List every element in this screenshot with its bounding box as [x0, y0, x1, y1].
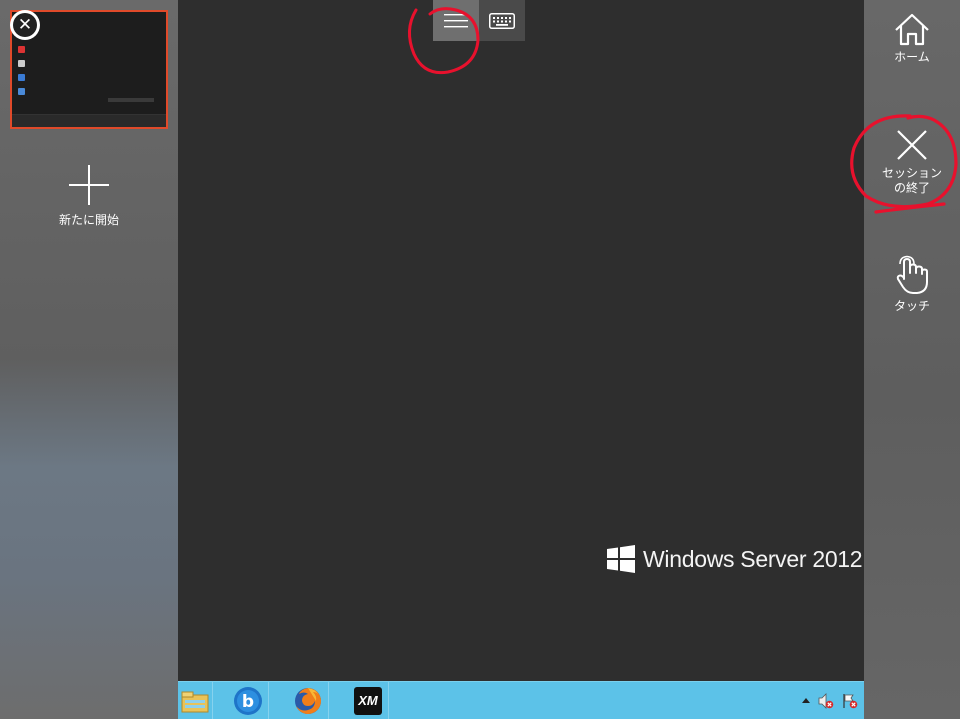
thumb-desktop-icon — [18, 88, 25, 95]
svg-text:b: b — [242, 692, 254, 712]
taskbar-xm[interactable]: XM — [348, 682, 389, 719]
new-session-button[interactable]: 新たに開始 — [50, 165, 128, 228]
windows-taskbar: b XM — [178, 681, 864, 719]
windows-logo-icon — [607, 545, 635, 573]
thumb-desktop-icon — [18, 74, 25, 81]
close-icon — [897, 130, 927, 160]
close-icon: ✕ — [13, 13, 37, 37]
action-center-flag-icon[interactable] — [842, 693, 858, 709]
keyboard-icon — [489, 12, 515, 29]
os-brand-text: Windows Server 2012 R — [643, 545, 864, 572]
home-icon — [895, 13, 929, 46]
touch-hand-icon — [896, 255, 928, 294]
system-tray — [802, 682, 858, 719]
firefox-icon — [295, 687, 321, 714]
thumb-taskbar — [12, 114, 166, 127]
taskbar-bing[interactable]: b — [228, 682, 269, 719]
end-session-label-line2: の終了 — [893, 181, 930, 195]
remote-desktop-view[interactable]: Windows Server 2012 R b XM — [178, 0, 864, 719]
touch-label: タッチ — [893, 299, 930, 313]
new-session-label: 新たに開始 — [58, 213, 119, 227]
plus-icon — [69, 165, 109, 205]
show-hidden-icons-icon[interactable] — [802, 698, 810, 703]
thumb-desktop-icon — [18, 60, 25, 67]
menu-button[interactable] — [433, 0, 479, 41]
end-session-label-line1: セッション — [881, 166, 942, 180]
end-session-button[interactable]: セッション の終了 — [864, 128, 960, 196]
taskbar-file-explorer[interactable] — [178, 682, 213, 719]
thumb-desktop-icon — [18, 46, 25, 53]
touch-mode-button[interactable]: タッチ — [864, 255, 960, 314]
thumb-windows-logo — [108, 98, 154, 102]
right-sidebar — [864, 0, 960, 719]
close-session-thumbnail-button[interactable]: ✕ — [10, 10, 40, 40]
session-sidebar: ✕ 新たに開始 — [0, 0, 178, 719]
remote-toolbar — [433, 0, 525, 41]
bing-icon: b — [234, 686, 262, 715]
taskbar-firefox[interactable] — [288, 682, 329, 719]
volume-muted-icon[interactable] — [818, 692, 834, 709]
home-label: ホーム — [894, 50, 930, 64]
xm-icon: XM — [354, 686, 382, 715]
file-explorer-icon — [181, 691, 209, 712]
windows-server-branding: Windows Server 2012 R — [607, 545, 864, 573]
hamburger-icon — [444, 13, 468, 27]
xm-icon-label: XM — [358, 693, 378, 708]
home-button[interactable]: ホーム — [864, 12, 960, 65]
keyboard-button[interactable] — [479, 0, 525, 41]
